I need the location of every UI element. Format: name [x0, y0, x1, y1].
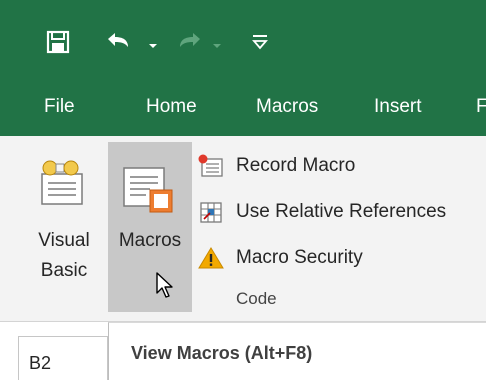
chevron-down-icon [149, 44, 157, 48]
macro-security-label: Macro Security [236, 247, 363, 268]
undo-button[interactable] [104, 30, 134, 54]
macros-label: Macros [118, 230, 182, 251]
undo-icon [108, 33, 128, 47]
visual-basic-button[interactable]: Visual Basic [26, 142, 102, 312]
ribbon-panel: Visual Basic Macros Record Macro Use Rel… [0, 136, 486, 322]
redo-button[interactable] [176, 30, 204, 54]
undo-dropdown[interactable] [148, 38, 158, 48]
macros-icon [123, 167, 173, 213]
customize-toolbar-icon [252, 35, 268, 50]
customize-toolbar-button[interactable] [252, 33, 268, 51]
warning-icon [198, 247, 224, 269]
tooltip: View Macros (Alt+F8) [108, 322, 486, 380]
visual-basic-icon [41, 160, 83, 205]
quick-access-toolbar [0, 0, 486, 78]
tab-macros[interactable]: Macros [256, 92, 318, 122]
record-macro-icon [198, 154, 223, 177]
tooltip-title: View Macros (Alt+F8) [131, 343, 313, 363]
tab-truncated[interactable]: F [476, 92, 486, 122]
mouse-cursor-icon [156, 272, 173, 298]
ribbon-group-label: Code [236, 289, 277, 308]
record-macro-label: Record Macro [236, 155, 356, 176]
visual-basic-label-line1: Visual [38, 230, 90, 251]
chevron-down-icon [213, 44, 221, 48]
save-button[interactable] [46, 30, 70, 54]
use-relative-references-button[interactable]: Use Relative References [198, 194, 486, 230]
visual-basic-label-line2: Basic [40, 260, 88, 281]
tab-insert[interactable]: Insert [374, 92, 422, 122]
redo-dropdown[interactable] [212, 38, 222, 48]
save-icon [46, 30, 70, 54]
use-relative-references-label: Use Relative References [236, 201, 447, 222]
record-macro-button[interactable]: Record Macro [198, 148, 486, 184]
relative-references-icon [200, 202, 222, 223]
tab-home[interactable]: Home [146, 92, 197, 122]
macros-button[interactable]: Macros [108, 142, 192, 312]
tab-file[interactable]: File [44, 92, 75, 122]
macro-security-button[interactable]: Macro Security [198, 240, 486, 276]
name-box-value: B2 [29, 353, 52, 373]
ribbon-tabs: File Home Macros Insert F [0, 78, 486, 136]
name-box[interactable]: B2 [18, 336, 108, 380]
redo-icon [180, 33, 200, 47]
